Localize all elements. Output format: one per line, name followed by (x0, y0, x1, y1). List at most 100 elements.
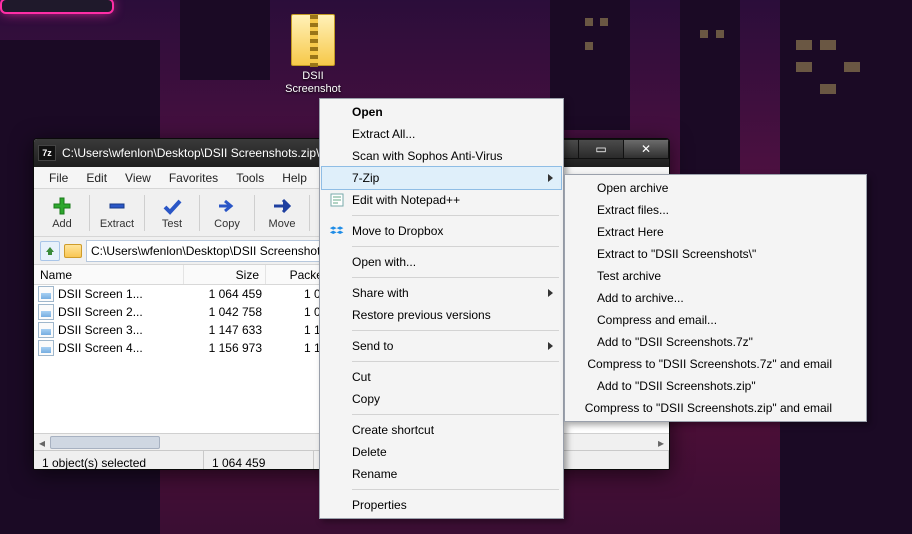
blank-icon (328, 126, 346, 142)
sevenzip-icon: 7z (38, 145, 56, 161)
menu-item[interactable]: Compress to "DSII Screenshots.zip" and e… (567, 397, 864, 419)
menu-item[interactable]: Add to "DSII Screenshots.zip" (567, 375, 864, 397)
menu-item[interactable]: Properties (322, 494, 561, 516)
menu-item[interactable]: Compress and email... (567, 309, 864, 331)
blank-icon (328, 466, 346, 482)
menu-item[interactable]: Open (322, 101, 561, 123)
menu-item-label: 7-Zip (352, 171, 529, 185)
menu-tools[interactable]: Tools (227, 167, 273, 189)
menu-item-label: Scan with Sophos Anti-Virus (352, 149, 529, 163)
up-button[interactable] (40, 241, 60, 261)
menu-separator (352, 246, 559, 247)
image-file-icon (38, 322, 54, 338)
blank-icon (573, 290, 591, 306)
menu-favorites[interactable]: Favorites (160, 167, 227, 189)
menu-item[interactable]: Add to archive... (567, 287, 864, 309)
menu-separator (352, 414, 559, 415)
cell-name: DSII Screen 4... (58, 339, 186, 357)
image-file-icon (38, 286, 54, 302)
menu-file[interactable]: File (40, 167, 77, 189)
cell-size: 1 147 633 (186, 321, 268, 339)
status-size: 1 064 459 (204, 451, 314, 470)
neon-sign (2, 0, 112, 12)
blank-icon (328, 148, 346, 164)
menu-item[interactable]: Extract to "DSII Screenshots\" (567, 243, 864, 265)
menu-edit[interactable]: Edit (77, 167, 116, 189)
menu-item[interactable]: Send to (322, 335, 561, 357)
bg-window (585, 42, 593, 50)
desktop-zip-icon[interactable]: DSII Screenshot (278, 14, 348, 96)
scroll-right-icon[interactable]: ▸ (653, 434, 669, 451)
menu-item[interactable]: Restore previous versions (322, 304, 561, 326)
folder-icon (64, 244, 82, 258)
toolbar-test-button[interactable]: Test (150, 195, 194, 230)
blank-icon (328, 338, 346, 354)
cell-name: DSII Screen 3... (58, 321, 186, 339)
menu-item-label: Properties (352, 498, 529, 512)
notepad-icon (328, 192, 346, 208)
extract-icon (105, 195, 129, 217)
menu-item[interactable]: Test archive (567, 265, 864, 287)
menu-item-label: Compress to "DSII Screenshots.7z" and em… (587, 357, 832, 371)
bg-window (700, 30, 708, 38)
close-button[interactable]: ✕ (623, 139, 669, 159)
bg-window (796, 62, 812, 72)
menu-item-label: Compress and email... (597, 313, 832, 327)
menu-separator (352, 215, 559, 216)
menu-item[interactable]: Extract files... (567, 199, 864, 221)
toolbar-add-button[interactable]: Add (40, 195, 84, 230)
menu-item[interactable]: Compress to "DSII Screenshots.7z" and em… (567, 353, 864, 375)
menu-item-label: Extract All... (352, 127, 529, 141)
cell-name: DSII Screen 1... (58, 285, 186, 303)
menu-item[interactable]: Open with... (322, 251, 561, 273)
move-icon (270, 195, 294, 217)
menu-item[interactable]: Extract All... (322, 123, 561, 145)
menu-item-label: Compress to "DSII Screenshots.zip" and e… (585, 401, 832, 415)
maximize-button[interactable]: ▭ (578, 139, 624, 159)
menu-item-label: Cut (352, 370, 529, 384)
blank-icon (328, 369, 346, 385)
scroll-left-icon[interactable]: ◂ (34, 434, 50, 451)
column-header-name[interactable]: Name (34, 265, 184, 284)
toolbar-extract-button[interactable]: Extract (95, 195, 139, 230)
blank-icon (573, 180, 591, 196)
bg-window (820, 40, 836, 50)
menu-item-label: Add to archive... (597, 291, 832, 305)
menu-item-label: Copy (352, 392, 529, 406)
blank-icon (573, 224, 591, 240)
menu-item[interactable]: Add to "DSII Screenshots.7z" (567, 331, 864, 353)
bg-building (180, 0, 270, 80)
blank-icon (573, 334, 591, 350)
zip-file-icon (291, 14, 335, 66)
blank-icon (328, 391, 346, 407)
bg-window (600, 18, 608, 26)
menu-help[interactable]: Help (273, 167, 316, 189)
column-header-size[interactable]: Size (184, 265, 266, 284)
toolbar-copy-button[interactable]: Copy (205, 195, 249, 230)
toolbar-move-button[interactable]: Move (260, 195, 304, 230)
menu-item[interactable]: Create shortcut (322, 419, 561, 441)
menu-item[interactable]: Open archive (567, 177, 864, 199)
image-file-icon (38, 340, 54, 356)
add-icon (50, 195, 74, 217)
blank-icon (573, 378, 591, 394)
menu-item[interactable]: Rename (322, 463, 561, 485)
scroll-thumb[interactable] (50, 436, 160, 449)
menu-item[interactable]: Edit with Notepad++ (322, 189, 561, 211)
menu-item[interactable]: Cut (322, 366, 561, 388)
menu-item[interactable]: Move to Dropbox (322, 220, 561, 242)
menu-item[interactable]: Copy (322, 388, 561, 410)
menu-item[interactable]: Extract Here (567, 221, 864, 243)
menu-separator (352, 330, 559, 331)
menu-item[interactable]: Delete (322, 441, 561, 463)
menu-item-label: Add to "DSII Screenshots.zip" (597, 379, 832, 393)
blank-icon (328, 285, 346, 301)
menu-item-label: Open archive (597, 181, 832, 195)
menu-item[interactable]: Scan with Sophos Anti-Virus (322, 145, 561, 167)
menu-item[interactable]: Share with (322, 282, 561, 304)
menu-item-label: Open (352, 105, 529, 119)
menu-item-label: Delete (352, 445, 529, 459)
menu-view[interactable]: View (116, 167, 160, 189)
menu-item[interactable]: 7-Zip (322, 167, 561, 189)
image-file-icon (38, 304, 54, 320)
